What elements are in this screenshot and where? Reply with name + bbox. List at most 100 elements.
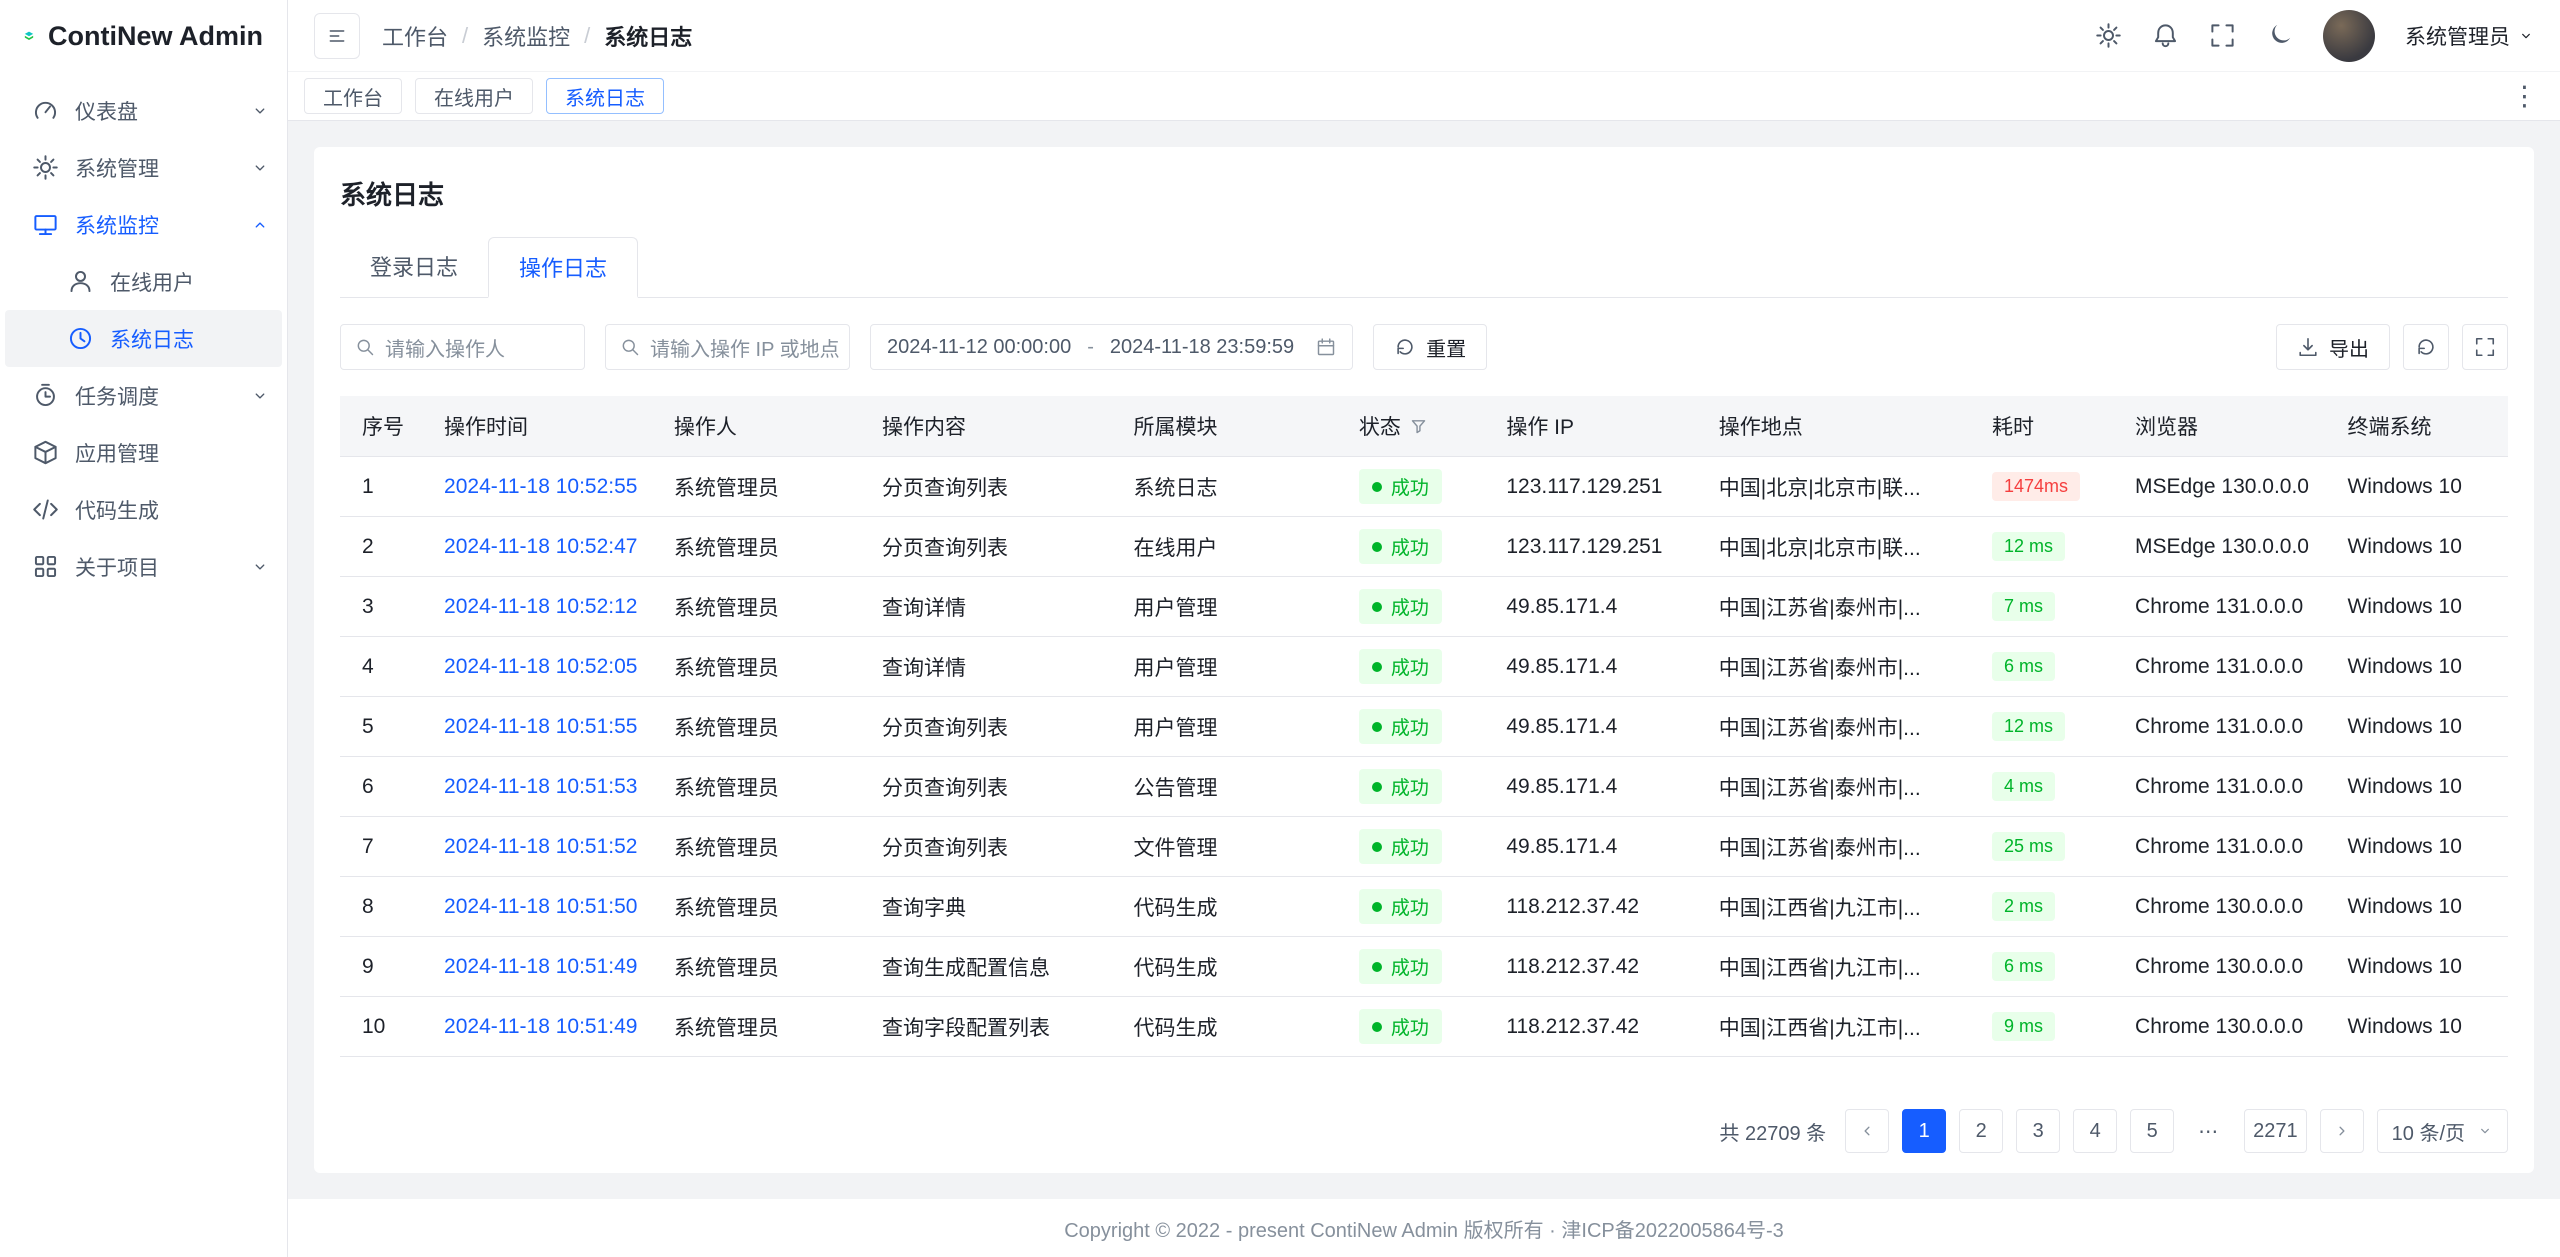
dark-mode-button[interactable] [2266,22,2293,49]
cell-location: 中国|北京|北京市|联... [1706,517,1979,577]
next-page-button[interactable] [2320,1109,2364,1153]
cell-ip: 123.117.129.251 [1493,457,1705,517]
refresh-icon [1394,336,1416,358]
tab-workbench[interactable]: 工作台 [304,78,402,114]
reset-button[interactable]: 重置 [1373,324,1487,370]
reset-button-label: 重置 [1426,333,1466,362]
status-label: 成功 [1391,1013,1429,1040]
more-pages-button[interactable]: ⋯ [2187,1109,2231,1153]
time-link[interactable]: 2024-11-18 10:51:52 [444,835,637,858]
tab-login-logs[interactable]: 登录日志 [340,237,488,298]
status-badge: 成功 [1359,829,1442,864]
settings-button[interactable] [2095,22,2122,49]
cell-duration: 12 ms [1979,697,2122,757]
column-header-status: 状态 [1346,396,1493,457]
time-link[interactable]: 2024-11-18 10:52:55 [444,475,637,498]
fullscreen-button[interactable] [2209,22,2236,49]
breadcrumb-item[interactable]: 系统监控 [482,20,570,52]
breadcrumb-separator: / [584,23,590,49]
duration-badge: 6 ms [1992,652,2055,681]
page-button-3[interactable]: 3 [2016,1109,2060,1153]
cell-operator: 系统管理员 [661,637,869,697]
page-button-5[interactable]: 5 [2130,1109,2174,1153]
status-badge: 成功 [1359,769,1442,804]
tab-online-users[interactable]: 在线用户 [415,78,533,114]
column-header-ip: 操作 IP [1493,396,1705,457]
page-size-select[interactable]: 10 条/页 [2377,1109,2508,1153]
cell-ip: 118.212.37.42 [1493,937,1705,997]
time-link[interactable]: 2024-11-18 10:52:12 [444,595,637,618]
cell-location: 中国|江西省|九江市|... [1706,877,1979,937]
expand-icon [2474,336,2496,358]
filter-toolbar: 请输入操作人 请输入操作 IP 或地点 2024-11-12 00:00:00 … [340,324,2508,370]
logo[interactable]: ContiNew Admin [0,0,287,72]
date-end-value: 2024-11-18 23:59:59 [1110,336,1294,359]
cell-os: Windows 10 [2334,577,2508,637]
status-label: 成功 [1391,893,1429,920]
cell-time: 2024-11-18 10:52:12 [431,577,661,637]
sidebar-item-system-management[interactable]: 系统管理 [0,139,287,196]
date-range-picker[interactable]: 2024-11-12 00:00:00 - 2024-11-18 23:59:5… [870,324,1353,370]
page-button-1[interactable]: 1 [1902,1109,1946,1153]
column-header-browser: 浏览器 [2122,396,2334,457]
cell-module: 代码生成 [1120,937,1345,997]
duration-badge: 4 ms [1992,772,2055,801]
page-button-4[interactable]: 4 [2073,1109,2117,1153]
user-menu[interactable]: 系统管理员 [2405,21,2534,51]
avatar[interactable] [2323,10,2375,62]
tab-operation-logs[interactable]: 操作日志 [488,237,638,298]
pagination: 共 22709 条 1 2 3 4 5 ⋯ 2271 10 条/页 [340,1087,2508,1153]
search-icon [620,337,640,357]
tab-system-logs[interactable]: 系统日志 [546,78,664,114]
sidebar-item-system-logs[interactable]: 系统日志 [5,310,282,367]
status-badge: 成功 [1359,889,1442,924]
cell-os: Windows 10 [2334,997,2508,1057]
filter-funnel-icon[interactable] [1410,418,1427,435]
grid-icon [32,553,59,580]
chevron-down-icon [251,102,269,120]
cell-operator: 系统管理员 [661,937,869,997]
prev-page-button[interactable] [1845,1109,1889,1153]
refresh-table-button[interactable] [2403,324,2449,370]
time-link[interactable]: 2024-11-18 10:51:53 [444,775,637,798]
time-link[interactable]: 2024-11-18 10:51:49 [444,1015,637,1038]
sidebar-item-code-generation[interactable]: 代码生成 [0,481,287,538]
sidebar-item-online-users[interactable]: 在线用户 [5,253,282,310]
time-link[interactable]: 2024-11-18 10:52:47 [444,535,637,558]
cell-content: 分页查询列表 [869,757,1120,817]
operator-search-input[interactable]: 请输入操作人 [340,324,585,370]
cell-content: 分页查询列表 [869,517,1120,577]
status-dot-icon [1372,902,1382,912]
sidebar-item-about-project[interactable]: 关于项目 [0,538,287,595]
sidebar-item-task-schedule[interactable]: 任务调度 [0,367,287,424]
time-link[interactable]: 2024-11-18 10:51:50 [444,895,637,918]
duration-badge: 7 ms [1992,592,2055,621]
cell-location: 中国|江苏省|泰州市|... [1706,577,1979,637]
table-fullscreen-button[interactable] [2462,324,2508,370]
ip-search-input[interactable]: 请输入操作 IP 或地点 [605,324,850,370]
time-link[interactable]: 2024-11-18 10:52:05 [444,655,637,678]
box-icon [32,439,59,466]
time-link[interactable]: 2024-11-18 10:51:49 [444,955,637,978]
cell-browser: MSEdge 130.0.0.0 [2122,517,2334,577]
cell-content: 查询字典 [869,877,1120,937]
breadcrumb-item[interactable]: 工作台 [382,20,448,52]
export-button[interactable]: 导出 [2276,324,2390,370]
cell-os: Windows 10 [2334,517,2508,577]
cell-status: 成功 [1346,637,1493,697]
page-button-last[interactable]: 2271 [2244,1109,2307,1153]
sidebar-collapse-button[interactable] [314,13,360,59]
sidebar-item-dashboard[interactable]: 仪表盘 [0,82,287,139]
status-label: 成功 [1391,713,1429,740]
log-type-tabs: 登录日志 操作日志 [340,236,2508,298]
cell-duration: 9 ms [1979,997,2122,1057]
sidebar-item-system-monitor[interactable]: 系统监控 [0,196,287,253]
time-link[interactable]: 2024-11-18 10:51:55 [444,715,637,738]
cell-status: 成功 [1346,877,1493,937]
sidebar-item-app-management[interactable]: 应用管理 [0,424,287,481]
notifications-button[interactable] [2152,22,2179,49]
tab-more-icon[interactable]: ⋮ [2505,83,2544,110]
page-button-2[interactable]: 2 [1959,1109,2003,1153]
cell-time: 2024-11-18 10:51:53 [431,757,661,817]
cell-module: 代码生成 [1120,877,1345,937]
